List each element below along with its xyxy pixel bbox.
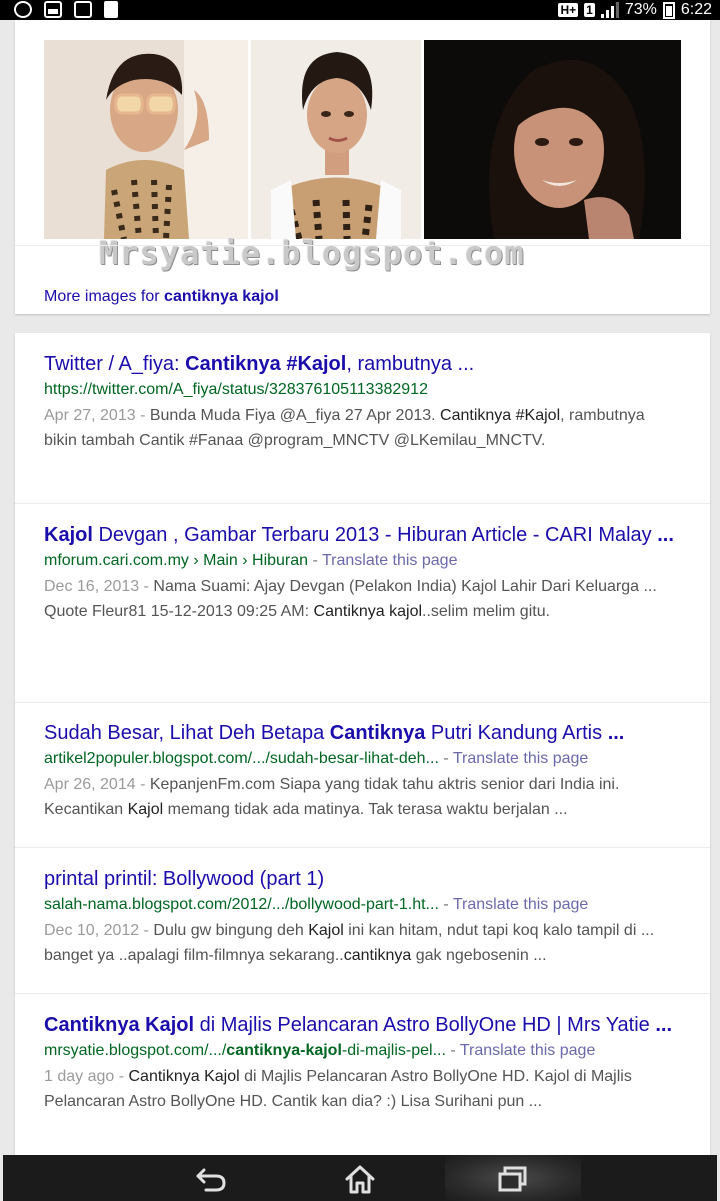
search-result: Twitter / A_fiya: Cantiknya #Kajol, ramb…: [15, 351, 710, 504]
text-segment: -di-majlis-pel...: [341, 1042, 446, 1059]
battery-icon: [662, 1, 675, 19]
highlighted-term: Cantiknya Kajol: [128, 1068, 240, 1085]
more-images-link[interactable]: More images for cantiknya kajol: [44, 288, 279, 306]
image-result-1[interactable]: [44, 40, 248, 239]
highlighted-term: ...: [657, 524, 674, 546]
result-snippet: Dec 16, 2013 - Nama Suami: Ajay Devgan (…: [44, 574, 681, 624]
back-button[interactable]: [176, 1160, 246, 1198]
divider: [15, 245, 710, 246]
result-title-link[interactable]: Sudah Besar, Lihat Deh Betapa Cantiknya …: [44, 720, 681, 747]
result-url-text: mforum.cari.com.my › Main › Hiburan: [44, 552, 309, 569]
clock: 6:22: [680, 1, 712, 18]
result-snippet: Apr 27, 2013 - Bunda Muda Fiya @A_fiya 2…: [44, 403, 681, 453]
document-icon: [104, 1, 118, 18]
recent-apps-button[interactable]: [478, 1160, 548, 1198]
network-type: H+: [558, 3, 579, 17]
highlighted-term: ...: [655, 1014, 673, 1036]
result-date: 1 day ago -: [44, 1068, 129, 1085]
highlighted-term: cantiknya: [343, 947, 412, 964]
highlighted-term: Cantiknya #Kajol: [440, 407, 561, 424]
result-url-text: salah-nama.blogspot.com/2012/.../bollywo…: [44, 896, 439, 913]
results-card: Twitter / A_fiya: Cantiknya #Kajol, ramb…: [15, 333, 710, 1155]
result-url: artikel2populer.blogspot.com/.../sudah-b…: [44, 750, 589, 767]
highlighted-term: ...: [607, 722, 625, 744]
result-snippet: Apr 26, 2014 - KepanjenFm.com Siapa yang…: [44, 772, 681, 822]
result-title-link[interactable]: Twitter / A_fiya: Cantiknya #Kajol, ramb…: [44, 351, 681, 378]
system-status: H+ 1 73% 6:22: [558, 0, 712, 20]
result-date: Dec 16, 2013 -: [44, 578, 154, 595]
text-segment: gak ngebosenin ...: [411, 947, 547, 964]
notes-icon: [74, 1, 92, 18]
text-segment: mrsyatie.blogspot.com/.../: [44, 1042, 227, 1059]
more-images-prefix: More images for: [44, 288, 165, 305]
search-result: printal printil: Bollywood (part 1) sala…: [15, 866, 710, 994]
highlighted-term: Cantiknya Kajol: [44, 1014, 195, 1036]
result-url-text: mrsyatie.blogspot.com/.../cantiknya-kajo…: [44, 1042, 446, 1059]
result-snippet-text: Cantiknya Kajol di Majlis Pelancaran Ast…: [44, 1068, 632, 1110]
highlighted-term: Kajol: [44, 524, 93, 546]
watermark: Mrsyatie.blogspot.com: [99, 234, 525, 272]
result-title-link[interactable]: Kajol Devgan , Gambar Terbaru 2013 - Hib…: [44, 522, 681, 549]
status-bar: H+ 1 73% 6:22: [0, 0, 720, 20]
text-segment: Putri Kandung Artis: [425, 722, 608, 744]
search-result: Kajol Devgan , Gambar Terbaru 2013 - Hib…: [15, 522, 710, 703]
whatsapp-icon: [14, 1, 32, 18]
result-url-text: https://twitter.com/A_fiya/status/328376…: [44, 381, 428, 398]
highlighted-term: Kajol: [308, 922, 344, 939]
result-date: Apr 26, 2014 -: [44, 776, 150, 793]
result-title-link[interactable]: printal printil: Bollywood (part 1): [44, 866, 681, 893]
image-result-3[interactable]: [424, 40, 681, 239]
navigation-bar: [3, 1155, 717, 1201]
battery-percent: 73%: [624, 1, 657, 18]
images-card: Mrsyatie.blogspot.com More images for ca…: [15, 20, 710, 314]
text-segment: di Majlis Pelancaran Astro BollyOne HD |…: [194, 1014, 656, 1036]
translate-link[interactable]: Translate this page: [322, 552, 457, 569]
more-images-query: cantiknya kajol: [164, 288, 279, 305]
result-title-link[interactable]: Cantiknya Kajol di Majlis Pelancaran Ast…: [44, 1012, 681, 1039]
result-url: https://twitter.com/A_fiya/status/328376…: [44, 379, 681, 401]
highlighted-term: Cantiknya: [329, 722, 426, 744]
home-button[interactable]: [325, 1160, 395, 1198]
result-url: mforum.cari.com.my › Main › Hiburan - Tr…: [44, 552, 458, 569]
result-url: mrsyatie.blogspot.com/.../cantiknya-kajo…: [44, 1042, 596, 1059]
text-segment: Dulu gw bingung deh: [153, 922, 309, 939]
highlighted-term: Cantiknya kajol: [313, 603, 423, 620]
search-result: Sudah Besar, Lihat Deh Betapa Cantiknya …: [15, 720, 710, 848]
text-segment: Devgan , Gambar Terbaru 2013 - Hiburan A…: [92, 524, 658, 546]
result-date: Dec 10, 2012 -: [44, 922, 154, 939]
highlighted-term: Kajol: [127, 801, 164, 818]
result-snippet: 1 day ago - Cantiknya Kajol di Majlis Pe…: [44, 1064, 681, 1114]
search-result: Cantiknya Kajol di Majlis Pelancaran Ast…: [15, 1012, 710, 1155]
result-date: Apr 27, 2013 -: [44, 407, 150, 424]
image-result-2[interactable]: [251, 40, 421, 239]
back-icon: [196, 1168, 226, 1192]
text-segment: , rambutnya ...: [346, 353, 475, 375]
text-segment: printal printil: Bollywood (part 1): [44, 868, 325, 890]
highlighted-term: Cantiknya #Kajol: [185, 353, 347, 375]
notification-icons: [14, 1, 118, 18]
home-icon: [345, 1165, 375, 1194]
result-snippet: Dec 10, 2012 - Dulu gw bingung deh Kajol…: [44, 918, 681, 968]
sim-indicator: 1: [584, 3, 595, 17]
recent-apps-icon: [498, 1166, 527, 1192]
signal-icon: [600, 2, 619, 18]
translate-link[interactable]: Translate this page: [453, 750, 588, 767]
result-url: salah-nama.blogspot.com/2012/.../bollywo…: [44, 896, 589, 913]
text-segment: Bunda Muda Fiya @A_fiya 27 Apr 2013.: [149, 407, 441, 424]
result-url-text: artikel2populer.blogspot.com/.../sudah-b…: [44, 750, 439, 767]
text-segment: ..selim melim gitu.: [422, 603, 551, 620]
gallery-icon: [44, 1, 62, 18]
translate-link[interactable]: Translate this page: [453, 896, 588, 913]
translate-link[interactable]: Translate this page: [460, 1042, 595, 1059]
highlighted-term: cantiknya-kajol: [226, 1042, 342, 1059]
text-segment: Twitter / A_fiya:: [44, 353, 186, 375]
text-segment: Sudah Besar, Lihat Deh Betapa: [44, 722, 330, 744]
text-segment: memang tidak ada matinya. Tak terasa wak…: [163, 801, 568, 818]
